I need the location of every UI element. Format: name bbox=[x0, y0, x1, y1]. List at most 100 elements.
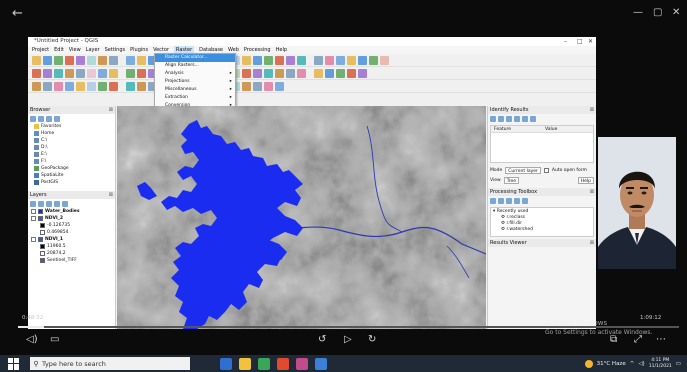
forward-icon[interactable]: ↻ bbox=[368, 334, 376, 345]
browser-item[interactable]: E:\ bbox=[28, 151, 115, 158]
toolbox-item[interactable]: ⚙ r.watershed bbox=[493, 227, 591, 233]
attribute-table-icon[interactable] bbox=[120, 69, 124, 78]
menu-edit[interactable]: Edit bbox=[54, 46, 64, 54]
weather-text[interactable]: 31°C Haze bbox=[597, 361, 626, 367]
menu-help[interactable]: Help bbox=[276, 46, 287, 54]
tray-chevron-icon[interactable]: ^ bbox=[630, 361, 635, 367]
label-icon[interactable] bbox=[264, 81, 273, 91]
view-select[interactable]: Tree bbox=[503, 176, 520, 184]
layer-visibility-checkbox[interactable] bbox=[31, 209, 36, 214]
notification-icon[interactable]: ▭ bbox=[676, 361, 681, 367]
qgis-taskbar-icon[interactable] bbox=[258, 357, 270, 370]
select-icon[interactable] bbox=[275, 68, 284, 78]
identify-results-table[interactable]: Feature Value bbox=[490, 125, 594, 163]
zoom-out-icon[interactable] bbox=[43, 68, 52, 78]
browser-item[interactable]: F:\ bbox=[28, 158, 115, 165]
print-icon[interactable] bbox=[522, 115, 528, 122]
panel-close-icon[interactable]: ⊠ bbox=[590, 239, 594, 247]
attribute-table-icon[interactable] bbox=[275, 81, 284, 91]
expand-icon[interactable] bbox=[54, 200, 60, 207]
clear-icon[interactable] bbox=[506, 115, 512, 122]
pan-icon[interactable] bbox=[76, 55, 85, 65]
qgis-minimize-icon[interactable]: – bbox=[564, 37, 567, 46]
panel-close-icon[interactable]: ⊠ bbox=[590, 188, 594, 196]
attribute-table-icon[interactable] bbox=[325, 68, 334, 78]
panel-close-icon[interactable]: ⊠ bbox=[590, 106, 594, 114]
layer-item[interactable]: 11960.5 bbox=[28, 243, 115, 250]
measure-icon[interactable] bbox=[126, 55, 135, 65]
collapse-icon[interactable] bbox=[498, 115, 504, 122]
recorder-app-icon[interactable] bbox=[315, 357, 327, 370]
digitize-icon[interactable] bbox=[43, 81, 52, 91]
menu-item-analysis[interactable]: Analysis ▸ bbox=[155, 70, 235, 78]
print-icon[interactable] bbox=[65, 55, 74, 65]
browser-item[interactable]: PostGIS bbox=[28, 179, 115, 186]
zoom-in-icon[interactable] bbox=[297, 55, 306, 65]
menu-item-align-rasters[interactable]: Align Rasters... bbox=[155, 62, 235, 70]
copy-icon[interactable] bbox=[514, 115, 520, 122]
select-icon[interactable] bbox=[65, 68, 74, 78]
filter-icon[interactable] bbox=[46, 200, 52, 207]
zoom-in-icon[interactable] bbox=[87, 55, 96, 65]
browser-item[interactable]: D:\ bbox=[28, 144, 115, 151]
digitize-icon[interactable] bbox=[308, 69, 312, 78]
menu-item-extraction[interactable]: Extraction ▸ bbox=[155, 94, 235, 102]
bookmark-icon[interactable] bbox=[137, 68, 146, 78]
identify-icon[interactable] bbox=[54, 68, 63, 78]
collapse-icon[interactable] bbox=[46, 115, 52, 122]
file-explorer-icon[interactable] bbox=[239, 357, 251, 370]
style-icon[interactable] bbox=[30, 200, 36, 207]
layer-item[interactable]: Sentinel_TIFF bbox=[28, 257, 115, 264]
browser-item[interactable]: SpatiaLite bbox=[28, 172, 115, 179]
layer-add-icon[interactable] bbox=[297, 68, 306, 78]
zoom-out-icon[interactable] bbox=[98, 55, 107, 65]
bookmark-icon[interactable] bbox=[347, 68, 356, 78]
select-icon[interactable] bbox=[325, 55, 334, 65]
python-icon[interactable] bbox=[120, 82, 124, 91]
zoom-in-icon[interactable] bbox=[242, 68, 251, 78]
refresh-icon[interactable] bbox=[76, 81, 85, 91]
identify-icon[interactable] bbox=[109, 55, 118, 65]
digitize-icon[interactable] bbox=[98, 68, 107, 78]
qgis-close-icon[interactable]: ✕ bbox=[588, 37, 593, 46]
browser-item[interactable]: C:\ bbox=[28, 137, 115, 144]
windows-start-icon[interactable] bbox=[8, 357, 20, 370]
chrome-icon[interactable] bbox=[277, 357, 289, 370]
progress-bar[interactable] bbox=[18, 326, 679, 328]
options-icon[interactable] bbox=[522, 197, 528, 204]
menu-layer[interactable]: Layer bbox=[86, 46, 100, 54]
identify-icon[interactable] bbox=[314, 55, 323, 65]
refresh-icon[interactable] bbox=[30, 115, 36, 122]
layer-add-icon[interactable] bbox=[347, 55, 356, 65]
menu-view[interactable]: View bbox=[69, 46, 81, 54]
map-canvas[interactable] bbox=[117, 106, 486, 329]
attribute-table-icon[interactable] bbox=[65, 81, 74, 91]
menu-project[interactable]: Project bbox=[32, 46, 49, 54]
digitize-icon[interactable] bbox=[253, 81, 262, 91]
zoom-in-icon[interactable] bbox=[32, 68, 41, 78]
label-icon[interactable] bbox=[109, 68, 118, 78]
browser-item[interactable]: Favorites bbox=[28, 123, 115, 130]
new-project-icon[interactable] bbox=[32, 55, 41, 65]
speaker-icon[interactable]: ◁) bbox=[638, 361, 644, 367]
model-icon[interactable] bbox=[490, 197, 496, 204]
bookmark-icon[interactable] bbox=[87, 81, 96, 91]
filter-icon[interactable] bbox=[38, 115, 44, 122]
help-icon[interactable] bbox=[126, 81, 135, 91]
measure-icon[interactable] bbox=[336, 55, 345, 65]
layer-item[interactable]: NDVI_2 bbox=[28, 215, 115, 222]
settings-icon[interactable] bbox=[530, 115, 536, 122]
layer-add-icon[interactable] bbox=[137, 55, 146, 65]
panel-close-icon[interactable]: ⊠ bbox=[109, 106, 113, 114]
panel-close-icon[interactable]: ⊠ bbox=[109, 191, 113, 199]
plugin-icon[interactable] bbox=[109, 81, 118, 91]
select-icon[interactable] bbox=[120, 56, 124, 65]
layer-add-icon[interactable] bbox=[87, 68, 96, 78]
zoom-out-icon[interactable] bbox=[308, 56, 312, 65]
qgis-maximize-icon[interactable]: □ bbox=[577, 37, 583, 46]
refresh-icon[interactable] bbox=[336, 68, 345, 78]
refresh-icon[interactable] bbox=[126, 68, 135, 78]
miniplayer-icon[interactable]: ⧉ bbox=[610, 334, 617, 345]
label-icon[interactable] bbox=[54, 81, 63, 91]
zoom-out-icon[interactable] bbox=[253, 68, 262, 78]
